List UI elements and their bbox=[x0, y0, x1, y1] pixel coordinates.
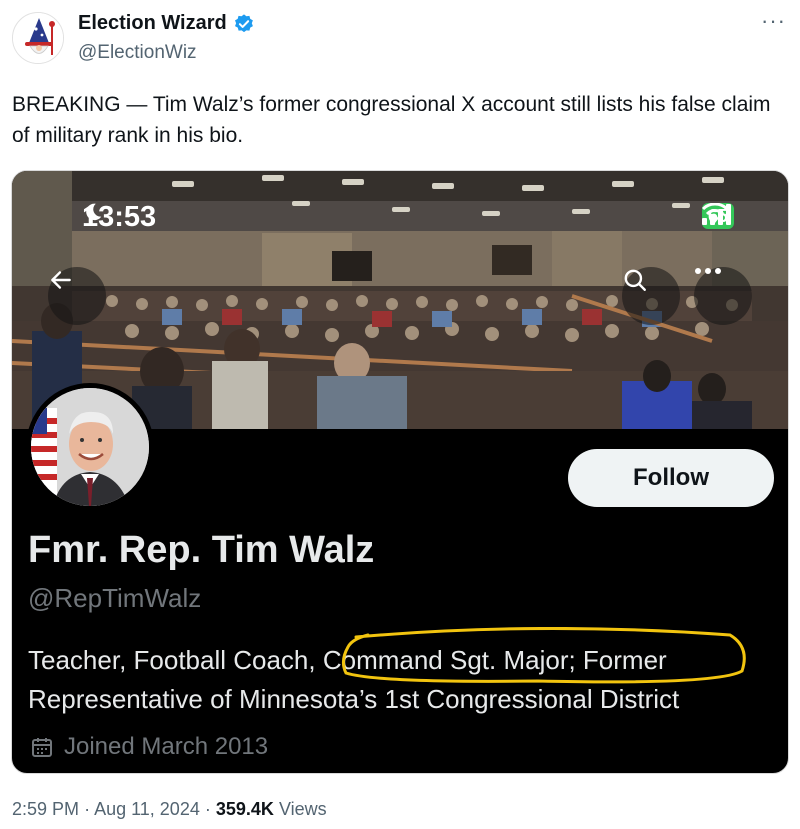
author-name[interactable]: Election Wizard bbox=[78, 12, 255, 35]
tweet: Election Wizard @ElectionWiz ··· BREAKIN… bbox=[0, 0, 800, 829]
follow-button[interactable]: Follow bbox=[568, 449, 774, 507]
search-icon bbox=[624, 269, 646, 291]
author-avatar[interactable] bbox=[12, 12, 64, 64]
tweet-time[interactable]: 2:59 PM bbox=[12, 799, 79, 819]
wizard-logo-icon bbox=[13, 13, 63, 63]
calendar-icon bbox=[32, 738, 52, 757]
more-profile-button[interactable] bbox=[694, 267, 752, 325]
profile-handle: @RepTimWalz bbox=[28, 583, 202, 613]
profile-display-name: Fmr. Rep. Tim Walz bbox=[28, 529, 375, 571]
moon-icon bbox=[86, 203, 102, 221]
tweet-text: BREAKING — Tim Walz’s former congression… bbox=[12, 93, 771, 147]
author-handle[interactable]: @ElectionWiz bbox=[78, 42, 197, 64]
views-count[interactable]: 359.4K bbox=[216, 799, 274, 819]
verified-badge-icon bbox=[234, 13, 253, 32]
more-options-icon[interactable]: ··· bbox=[761, 10, 786, 32]
tweet-metadata: 2:59 PM · Aug 11, 2024 · 359.4K Views bbox=[12, 799, 327, 820]
portrait-photo bbox=[31, 388, 149, 506]
ellipsis-icon bbox=[695, 268, 721, 274]
meta-separator: · bbox=[84, 799, 91, 819]
tweet-date[interactable]: Aug 11, 2024 bbox=[94, 799, 200, 819]
author-name-text[interactable]: Election Wizard bbox=[78, 12, 227, 35]
back-button[interactable] bbox=[48, 267, 106, 325]
highlight-circle-annotation bbox=[341, 627, 746, 684]
joined-text: Joined March 2013 bbox=[64, 733, 269, 760]
arrow-left-icon bbox=[51, 271, 71, 289]
views-label: Views bbox=[278, 799, 327, 819]
status-bar-time: 13:53 bbox=[82, 201, 156, 234]
profile-joined: Joined March 2013 bbox=[30, 733, 268, 761]
wifi-icon bbox=[701, 203, 728, 223]
search-button[interactable] bbox=[622, 267, 680, 325]
tweet-media-image[interactable]: 13:53 65 bbox=[11, 170, 789, 774]
meta-separator-2: · bbox=[204, 799, 211, 819]
status-bar-icons: 65 bbox=[701, 203, 734, 229]
profile-banner: 13:53 65 bbox=[12, 171, 788, 429]
profile-avatar[interactable] bbox=[26, 383, 154, 511]
